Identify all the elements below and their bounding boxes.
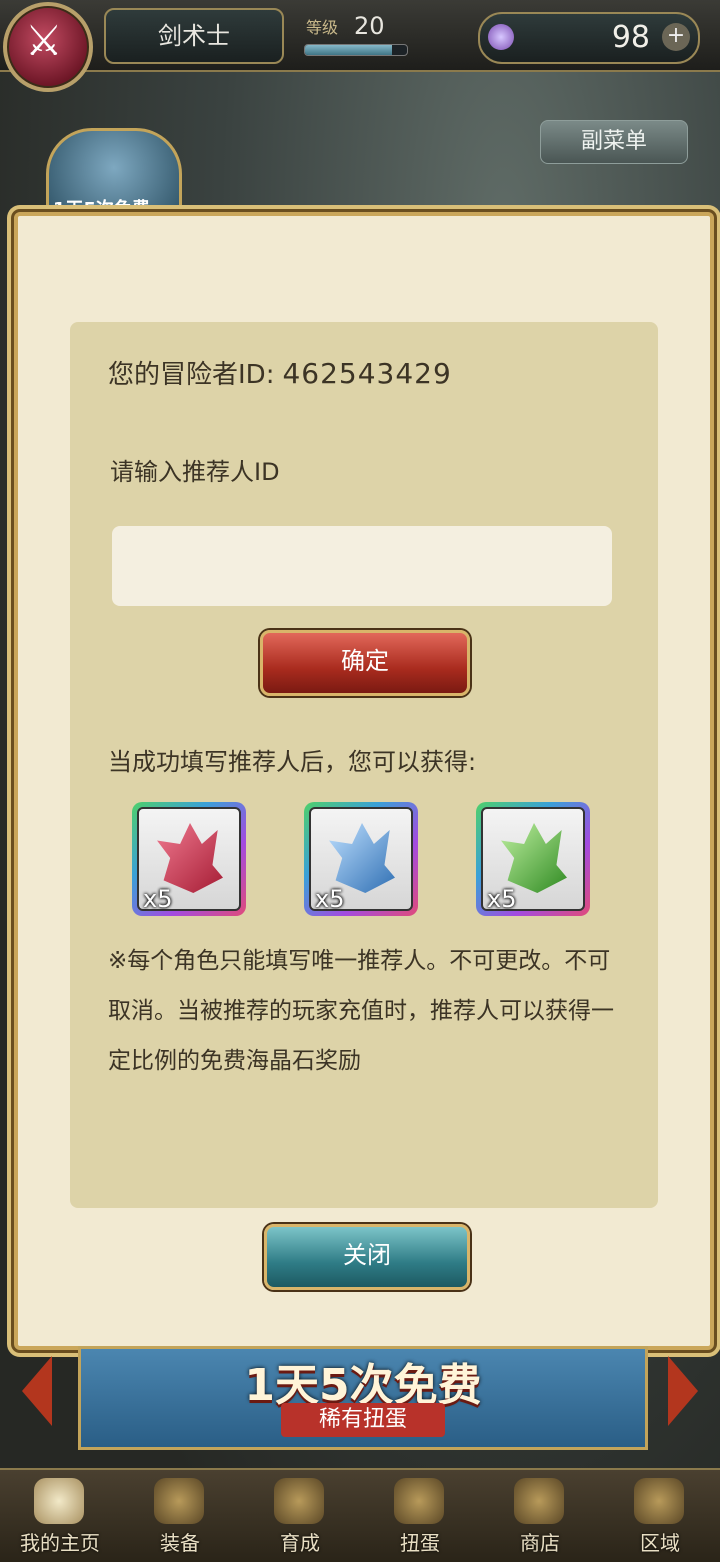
crossed-swords-icon [274, 1478, 324, 1524]
level-progress-bar [304, 44, 408, 56]
submenu-button[interactable]: 副菜单 [540, 120, 688, 164]
character-name: 剑术士 [104, 8, 284, 64]
reward-quantity: x5 [487, 885, 517, 913]
referrer-id-input[interactable] [112, 526, 612, 606]
adventurer-id-value: 462543429 [282, 357, 452, 390]
helmet-icon [154, 1478, 204, 1524]
banner-subtitle: 稀有扭蛋 [281, 1403, 445, 1437]
nav-home[interactable]: 我的主页 [0, 1470, 120, 1562]
gem-count: 98 [611, 20, 650, 55]
level-progress-fill [305, 45, 392, 55]
reward-quantity: x5 [315, 885, 345, 913]
referral-note: ※每个角色只能填写唯一推荐人。不可更改。不可取消。当被推荐的玩家充值时，推荐人可… [108, 948, 614, 1074]
gem-icon [488, 24, 514, 50]
globe-icon [634, 1478, 684, 1524]
add-gems-icon[interactable]: + [662, 23, 690, 51]
level-label: 等级 [306, 18, 339, 37]
red-crystal-icon [157, 823, 223, 893]
nav-label: 商店 [520, 1531, 560, 1555]
adventurer-id-line: 您的冒险者ID: 462543429 [108, 354, 452, 391]
nav-label: 我的主页 [20, 1531, 100, 1555]
reward-item[interactable]: x5 [476, 802, 590, 916]
coin-bag-icon [514, 1478, 564, 1524]
confirm-button[interactable]: 确定 [260, 630, 470, 696]
nav-shop[interactable]: 商店 [480, 1470, 600, 1562]
reward-item[interactable]: x5 [304, 802, 418, 916]
nav-gacha[interactable]: 扭蛋 [360, 1470, 480, 1562]
referral-panel: 您的冒险者ID: 462543429 请输入推荐人ID 确定 当成功填写推荐人后，… [70, 322, 658, 1208]
blue-crystal-icon [329, 823, 395, 893]
reward-frame: x5 [309, 807, 413, 913]
reward-intro-text: 当成功填写推荐人后，您可以获得: [108, 748, 477, 776]
nav-label: 区域 [640, 1531, 680, 1555]
top-status-bar: ⚔ 剑术士 等级 20 98 + [0, 0, 720, 92]
sword-icon: ⚔ [25, 16, 63, 65]
gacha-banner[interactable]: 1天5次免费 稀有扭蛋 [78, 1346, 648, 1450]
gem-currency: 98 + [478, 12, 700, 64]
bottom-navigation: 我的主页 装备 育成 扭蛋 商店 区域 [0, 1468, 720, 1562]
nav-region[interactable]: 区域 [600, 1470, 720, 1562]
gacha-machine-icon [394, 1478, 444, 1524]
close-button[interactable]: 关闭 [264, 1224, 470, 1290]
level-value: 20 [354, 12, 385, 40]
reward-frame: x5 [137, 807, 241, 913]
green-crystal-icon [501, 823, 567, 893]
adventurer-id-label: 您的冒险者ID: [108, 360, 275, 390]
level-indicator: 等级 20 [290, 6, 424, 58]
reward-list: x5 x5 x5 [132, 802, 602, 922]
reward-frame: x5 [481, 807, 585, 913]
nav-equipment[interactable]: 装备 [120, 1470, 240, 1562]
nav-training[interactable]: 育成 [240, 1470, 360, 1562]
referrer-id-label: 请输入推荐人ID [110, 458, 280, 486]
referral-dialog: 您的冒险者ID: 462543429 请输入推荐人ID 确定 当成功填写推荐人后，… [14, 212, 714, 1350]
nav-label: 装备 [160, 1531, 200, 1555]
player-avatar[interactable]: ⚔ [3, 2, 93, 92]
reward-quantity: x5 [143, 885, 173, 913]
scroll-icon [34, 1478, 84, 1524]
nav-label: 育成 [280, 1531, 320, 1555]
reward-item[interactable]: x5 [132, 802, 246, 916]
nav-label: 扭蛋 [400, 1531, 440, 1555]
